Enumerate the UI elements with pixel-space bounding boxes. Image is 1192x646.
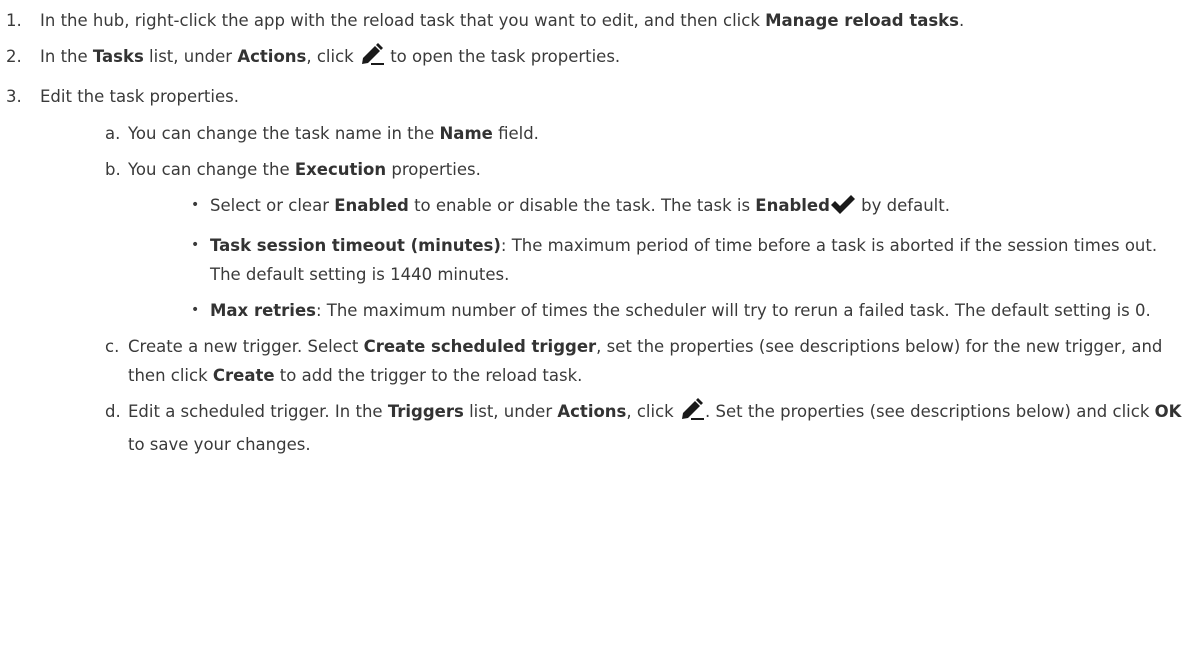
bullet-symbol: • (191, 302, 200, 318)
bullet-enabled: • Select or clear Enabled to enable or d… (0, 191, 1192, 224)
execution-label: Execution (294, 160, 387, 179)
bullet-max-retries: • Max retries: The maximum number of tim… (0, 296, 1192, 325)
step-text: Edit the task properties. (40, 87, 239, 106)
step-3: 3. Edit the task properties. (0, 82, 1192, 111)
substep-text: to add the trigger to the reload task. (274, 366, 583, 385)
bullet-symbol: • (191, 197, 200, 213)
bullet-text: Select or clear (210, 196, 335, 215)
substep-letter: b. (105, 160, 121, 179)
step-text: to open the task properties. (384, 47, 621, 66)
substep-text: You can change the task name in the (128, 124, 440, 143)
substep-text: You can change the (128, 160, 295, 179)
step-text: In the hub, right-click the app with the… (40, 11, 766, 30)
substep-letter: d. (105, 402, 121, 421)
checkmark-icon (830, 195, 856, 224)
bullet-text: by default. (855, 196, 950, 215)
actions-label: Actions (557, 402, 627, 421)
substep-text: Edit a scheduled trigger. In the (128, 402, 388, 421)
substep-text: field. (492, 124, 539, 143)
step-1: 1. In the hub, right-click the app with … (0, 6, 1192, 35)
bullet-text: : The maximum number of times the schedu… (315, 301, 1151, 320)
substep-text: . Set the properties (see descriptions b… (704, 402, 1155, 421)
max-retries-label: Max retries (210, 301, 316, 320)
step-text: In the (40, 47, 93, 66)
actions-label: Actions (237, 47, 307, 66)
substep-a: a. You can change the task name in the N… (0, 119, 1192, 148)
substep-letter: c. (105, 337, 120, 356)
step-number: 3. (6, 87, 22, 106)
substep-text: , click (626, 402, 679, 421)
bullet-symbol: • (191, 237, 200, 253)
step-text-suffix: . (958, 11, 965, 30)
substep-c: c. Create a new trigger. Select Create s… (0, 332, 1192, 390)
pencil-icon (359, 42, 385, 75)
enabled-label: Enabled (755, 196, 830, 215)
substep-text: Create a new trigger. Select (128, 337, 364, 356)
step-number: 1. (6, 11, 22, 30)
bullet-session-timeout: • Task session timeout (minutes): The ma… (0, 231, 1192, 289)
instructions-document: 1. In the hub, right-click the app with … (0, 0, 1192, 646)
substep-text: list, under (463, 402, 558, 421)
step-number: 2. (6, 47, 22, 66)
step-text: , click (306, 47, 359, 66)
task-session-timeout-label: Task session timeout (minutes) (210, 236, 501, 255)
substep-b: b. You can change the Execution properti… (0, 155, 1192, 184)
substep-d: d. Edit a scheduled trigger. In the Trig… (0, 397, 1192, 459)
step-text: list, under (143, 47, 238, 66)
step-2: 2. In the Tasks list, under Actions, cli… (0, 42, 1192, 75)
bullet-text: to enable or disable the task. The task … (408, 196, 756, 215)
name-label: Name (439, 124, 493, 143)
tasks-label: Tasks (92, 47, 144, 66)
create-label: Create (212, 366, 275, 385)
pencil-icon (679, 397, 705, 430)
substep-text: properties. (386, 160, 481, 179)
manage-reload-tasks-label: Manage reload tasks (765, 11, 959, 30)
ok-label: OK (1154, 402, 1182, 421)
enabled-label: Enabled (334, 196, 409, 215)
substep-letter: a. (105, 124, 121, 143)
create-scheduled-trigger-label: Create scheduled trigger (363, 337, 597, 356)
triggers-label: Triggers (387, 402, 464, 421)
substep-text: to save your changes. (128, 435, 311, 454)
